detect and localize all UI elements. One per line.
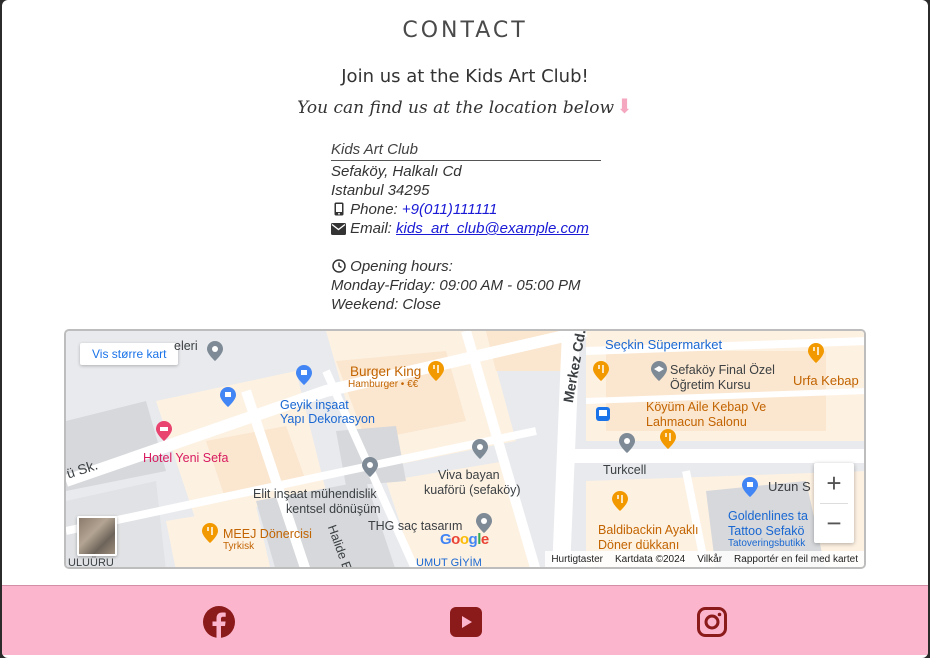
place-pin-icon[interactable] [476,513,492,533]
footer [2,585,928,655]
shopping-pin-icon[interactable] [742,477,758,497]
map-label[interactable]: Turkcell [603,463,646,477]
school-pin-icon[interactable] [651,361,667,381]
map-label[interactable]: Viva bayan [438,468,500,482]
tagline: You can find us at the location below ⬇ [2,94,928,118]
map-label: ULUÜRU [68,557,114,569]
contact-page: CONTACT Join us at the Kids Art Club! Yo… [2,0,928,658]
map-attribution: Hurtigtaster Kartdata ©2024 Vilkår Rappo… [545,551,864,567]
zoom-in-button[interactable]: + [814,463,854,503]
map-label[interactable]: Burger King [350,364,421,379]
map-data-text: Kartdata ©2024 [615,553,686,565]
zoom-controls: + − [814,463,854,543]
zoom-out-button[interactable]: − [814,503,854,543]
map-label[interactable]: Hotel Yeni Sefa [143,451,229,465]
address-line2: Istanbul 34295 [331,182,430,199]
email-link[interactable]: kids_art_club@example.com [396,220,589,237]
map-label: Tyrkisk [223,541,255,552]
restaurant-pin-icon[interactable] [660,429,676,449]
hours-weekend: Weekend: Close [331,296,441,313]
larger-map-button[interactable]: Vis større kart [80,343,179,365]
satellite-toggle[interactable] [77,516,117,556]
map-label[interactable]: Geyik inşaat [280,398,349,412]
map-label: Döner dükkanı [598,538,680,552]
restaurant-pin-icon[interactable] [428,361,444,381]
place-pin-icon[interactable] [619,433,635,453]
map-label: Hamburger • €€ [348,379,419,390]
shopping-pin-icon[interactable] [296,365,312,385]
map-label: Lahmacun Salonu [646,415,747,429]
map-label: eleri [174,339,198,353]
hotel-pin-icon[interactable] [156,421,172,441]
instagram-icon[interactable] [694,604,730,640]
map-label[interactable]: MEEJ Dönercisi [223,527,312,541]
place-pin-icon[interactable] [207,341,223,361]
phone-link[interactable]: +9(011)111111 [402,201,498,218]
embedded-map[interactable]: Vis større kart Burger King Hamburger • … [64,329,866,569]
map-label: Tattoo Sefakö [728,524,805,538]
facebook-icon[interactable] [201,604,237,640]
hours-row: Opening hours: [331,257,601,276]
tagline-text: You can find us at the location below [297,98,615,118]
mobile-phone-icon [331,200,346,219]
map-label[interactable]: Urfa Kebap [793,373,859,388]
map-label[interactable]: Goldenlines ta [728,509,808,523]
youtube-icon[interactable] [448,604,484,640]
arrow-down-icon: ⬇ [616,94,633,118]
address-line1: Sefaköy, Halkalı Cd [331,163,462,180]
map-label: Tatoveringsbutikk [728,538,806,549]
email-label: Email: [350,220,392,237]
map-label: kuaförü (sefaköy) [424,483,521,497]
map-label[interactable]: Sefaköy Final Özel [670,363,775,377]
map-label: Yapı Dekorasyon [280,412,375,426]
map-label: Öğretim Kursu [670,378,751,392]
phone-label: Phone: [350,201,398,218]
bus-stop-icon[interactable] [596,407,610,421]
map-label[interactable]: Seçkin Süpermarket [605,337,722,352]
map-label[interactable]: Köyüm Aile Kebap Ve [646,400,766,414]
hours-label: Opening hours: [350,258,453,275]
restaurant-pin-icon[interactable] [808,343,824,363]
restaurant-pin-icon[interactable] [202,523,218,543]
club-name: Kids Art Club [331,140,601,161]
map-label: kentsel dönüşüm [286,502,381,516]
map-label[interactable]: Baldibackin Ayaklı [598,523,699,537]
report-error-link[interactable]: Rapportér en feil med kartet [728,554,864,565]
map-label: Uzun S [768,479,811,494]
map-label[interactable]: UMUT GİYİM [416,557,482,567]
hours-weekday: Monday-Friday: 09:00 AM - 05:00 PM [331,277,581,294]
restaurant-pin-icon[interactable] [612,491,628,511]
section-title: CONTACT [402,18,528,43]
restaurant-pin-icon[interactable] [593,361,609,381]
google-logo: Google [440,531,489,548]
shopping-pin-icon[interactable] [220,387,236,407]
place-pin-icon[interactable] [472,439,488,459]
terms-link[interactable]: Vilkår [691,554,728,565]
email-row: Email: kids_art_club@example.com [331,219,601,238]
address-block: Kids Art Club Sefaköy, Halkalı Cd Istanb… [331,140,601,314]
map-label[interactable]: Elit inşaat mühendislik [253,487,377,501]
intro-heading: Join us at the Kids Art Club! [341,66,589,87]
keyboard-shortcuts-link[interactable]: Hurtigtaster [545,554,609,565]
clock-icon [331,257,346,276]
envelope-icon [331,219,346,238]
place-pin-icon[interactable] [362,457,378,477]
phone-row: Phone: +9(011)111111 [331,200,601,219]
